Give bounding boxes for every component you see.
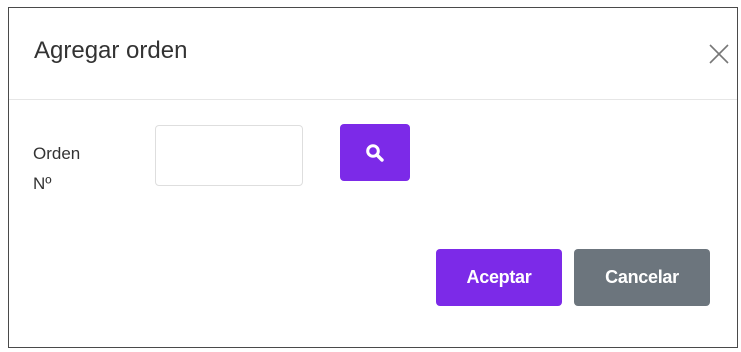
order-label-line1: Orden <box>33 144 81 163</box>
close-icon <box>709 44 729 64</box>
cancel-button[interactable]: Cancelar <box>574 249 710 306</box>
order-number-label: Orden Nº <box>33 139 123 199</box>
search-button[interactable] <box>340 124 410 181</box>
order-label-line2: Nº <box>33 174 52 193</box>
order-number-input[interactable] <box>155 125 303 186</box>
accept-button[interactable]: Aceptar <box>436 249 562 306</box>
dialog-title: Agregar orden <box>34 37 188 64</box>
add-order-dialog: Agregar orden Orden Nº Aceptar Cancelar <box>8 7 738 348</box>
dialog-header: Agregar orden <box>9 8 737 100</box>
search-icon <box>366 143 384 162</box>
close-button[interactable] <box>704 39 734 69</box>
